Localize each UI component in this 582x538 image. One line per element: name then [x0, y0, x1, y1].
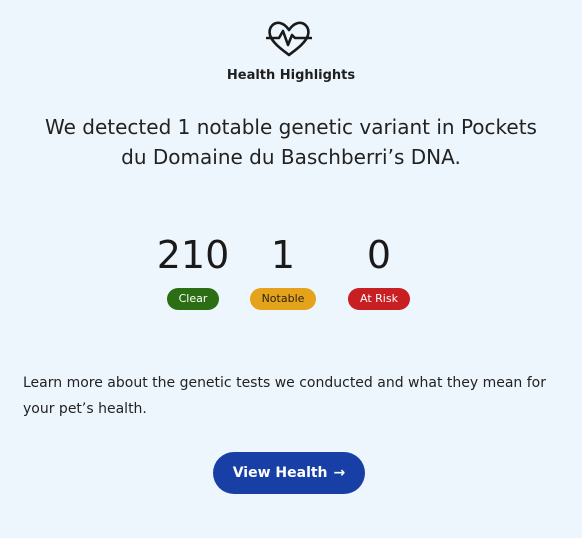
stat-clear: 210 Clear — [145, 232, 241, 310]
stat-at-risk-count: 0 — [366, 233, 392, 277]
view-health-button[interactable]: View Health → — [213, 452, 365, 494]
arrow-right-icon: → — [333, 465, 346, 481]
clear-badge: Clear — [166, 288, 220, 310]
description-text: Learn more about the genetic tests we co… — [23, 375, 546, 417]
stat-at-risk: 0 At Risk — [331, 232, 427, 310]
heart-pulse-icon — [266, 21, 312, 57]
stat-notable-count: 1 — [270, 233, 296, 277]
notable-badge: Notable — [249, 288, 317, 310]
view-health-label: View Health — [232, 465, 328, 481]
stat-notable: 1 Notable — [235, 232, 331, 310]
variant-stats: 210 Clear 1 Notable 0 At Risk — [0, 232, 582, 322]
at-risk-badge: At Risk — [348, 288, 410, 310]
stat-clear-count: 210 — [156, 233, 230, 277]
section-title: Health Highlights — [226, 68, 356, 83]
headline: We detected 1 notable genetic variant in… — [45, 115, 537, 169]
health-highlights-card: Health Highlights We detected 1 notable … — [0, 0, 582, 538]
